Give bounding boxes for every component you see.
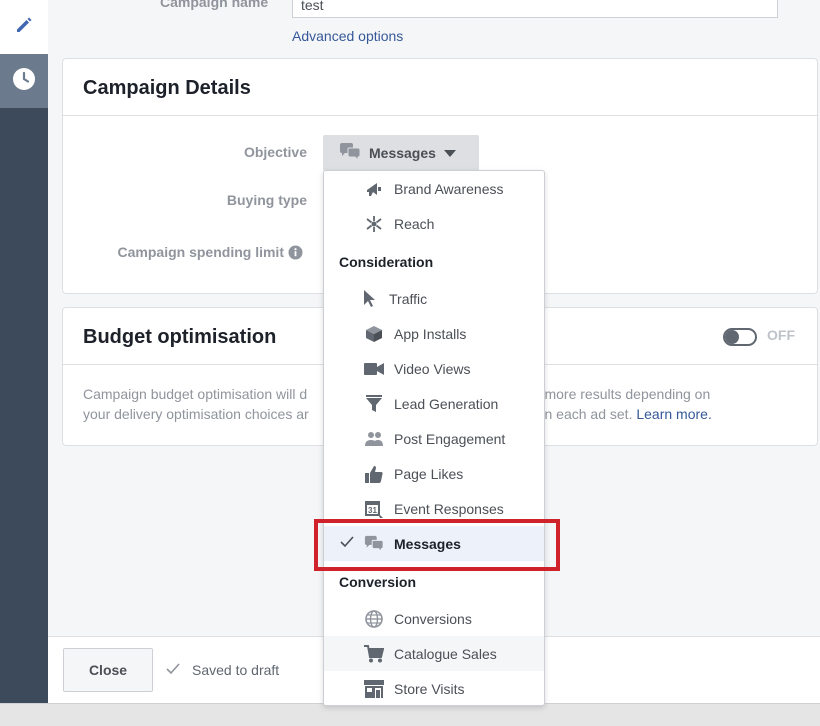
history-nav-button[interactable] (0, 54, 48, 108)
menu-item-label: Catalogue Sales (394, 646, 497, 662)
menu-item-label: Post Engagement (394, 431, 506, 447)
menu-item-label: Event Responses (394, 501, 504, 517)
menu-item-label: Traffic (389, 291, 428, 307)
menu-item-label: Conversions (394, 611, 472, 627)
svg-text:31: 31 (368, 506, 377, 515)
calendar-icon: 31 (364, 500, 384, 518)
clock-icon (12, 67, 36, 96)
menu-item-lead-generation[interactable]: Lead Generation (324, 386, 544, 421)
pencil-icon (14, 15, 34, 40)
selection-highlight-box (314, 519, 560, 571)
menu-item-store-visits[interactable]: Store Visits (324, 671, 544, 705)
left-sidebar (0, 0, 48, 703)
toggle-knob (725, 330, 739, 344)
checkmark-icon (166, 662, 180, 678)
campaign-details-header: Campaign Details (63, 59, 817, 116)
menu-item-page-likes[interactable]: Page Likes (324, 456, 544, 491)
edit-nav-button[interactable] (0, 0, 48, 54)
menu-item-video-views[interactable]: Video Views (324, 351, 544, 386)
megaphone-icon (364, 180, 384, 198)
budget-desc-line1-start: Campaign budget optimisation will d (83, 386, 308, 402)
menu-item-reach[interactable]: Reach (324, 206, 544, 241)
menu-item-label: Brand Awareness (394, 181, 504, 197)
menu-item-brand-awareness[interactable]: Brand Awareness (324, 171, 544, 206)
menu-item-label: Store Visits (394, 681, 465, 697)
save-status: Saved to draft (166, 662, 279, 678)
menu-item-traffic[interactable]: Traffic (324, 281, 544, 316)
menu-item-label: Reach (394, 216, 435, 232)
objective-dropdown-label: Messages (369, 145, 436, 161)
objective-dropdown-button[interactable]: Messages (323, 135, 479, 171)
video-icon (364, 360, 384, 378)
caret-down-icon (443, 145, 456, 161)
budget-title: Budget optimisation (83, 326, 277, 348)
objective-label: Objective (243, 144, 307, 160)
reach-icon (364, 215, 384, 233)
campaign-name-input[interactable]: test (292, 0, 778, 18)
menu-item-label: Lead Generation (394, 396, 499, 412)
globe-icon (364, 610, 384, 628)
menu-item-conversions[interactable]: Conversions (324, 601, 544, 636)
menu-header-consideration: Consideration (339, 254, 434, 270)
cursor-icon (360, 290, 380, 308)
advanced-options-link[interactable]: Advanced options (292, 28, 403, 44)
funnel-icon (364, 395, 384, 413)
menu-item-label: App Installs (394, 326, 467, 342)
learn-more-link[interactable]: Learn more. (636, 406, 711, 422)
menu-item-label: Video Views (394, 361, 471, 377)
chat-icon (339, 142, 361, 164)
saved-to-draft-text: Saved to draft (192, 662, 280, 678)
close-button[interactable]: Close (63, 648, 153, 692)
toggle-state-label: OFF (767, 327, 795, 343)
budget-toggle[interactable] (723, 328, 757, 346)
menu-item-label: Page Likes (394, 466, 464, 482)
campaign-name-label: Campaign name (160, 0, 269, 10)
menu-item-catalogue-sales[interactable]: Catalogue Sales (324, 636, 544, 671)
campaign-details-title: Campaign Details (83, 77, 251, 99)
menu-item-post-engagement[interactable]: Post Engagement (324, 421, 544, 456)
box-icon (364, 325, 384, 343)
buying-type-label: Buying type (226, 192, 307, 208)
store-icon (364, 680, 384, 698)
browser-bottom-strip (0, 703, 820, 726)
people-icon (364, 430, 384, 448)
budget-desc-line2-start: your delivery optimisation choices ar (83, 406, 309, 422)
cart-icon (364, 645, 384, 663)
info-icon[interactable] (288, 245, 303, 265)
menu-item-app-installs[interactable]: App Installs (324, 316, 544, 351)
thumbs-up-icon (364, 465, 384, 483)
objective-dropdown-menu: Brand Awareness Reach Consideration Traf… (323, 170, 545, 706)
spending-limit-label: Campaign spending limit (117, 244, 284, 260)
menu-header-conversion: Conversion (339, 574, 417, 590)
